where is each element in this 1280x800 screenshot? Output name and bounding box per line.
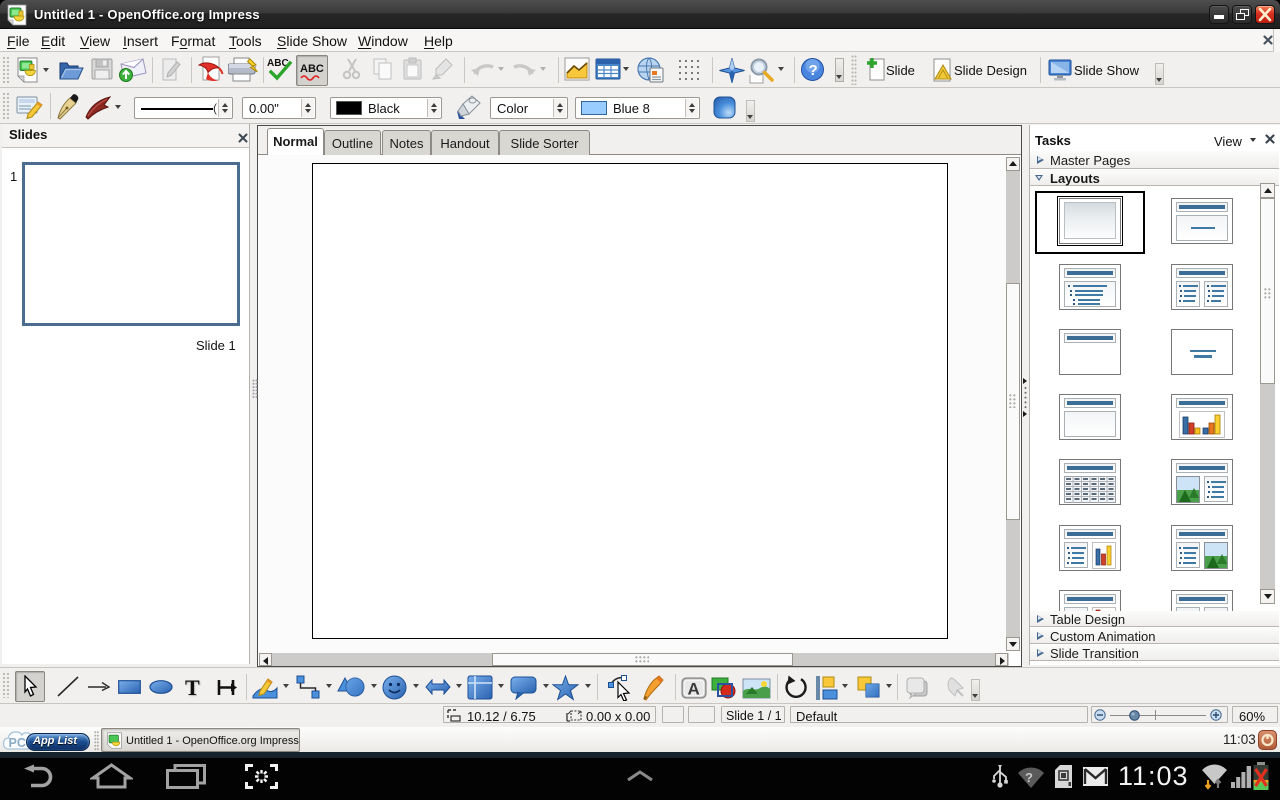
svg-text:?: ?: [1025, 770, 1033, 785]
svg-text:ABC: ABC: [300, 63, 324, 75]
svg-text:A: A: [688, 680, 700, 699]
svg-text:?: ?: [809, 62, 818, 79]
svg-text:PC: PC: [9, 736, 26, 750]
